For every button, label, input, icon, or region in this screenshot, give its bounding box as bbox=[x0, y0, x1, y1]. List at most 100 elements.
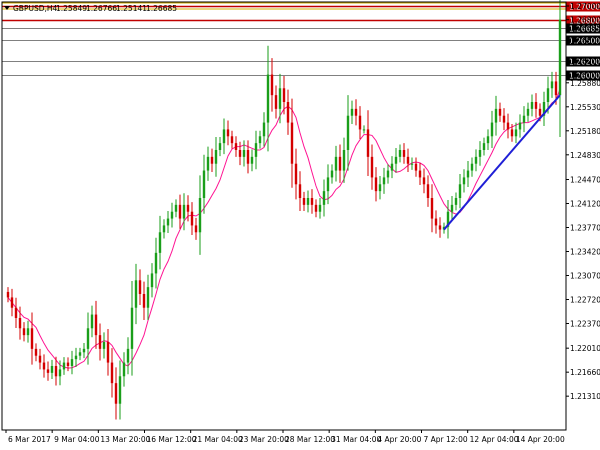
candle-bear bbox=[418, 170, 422, 178]
candle-bear bbox=[18, 318, 22, 329]
candle-bull bbox=[206, 156, 210, 171]
candle-bull bbox=[466, 170, 470, 178]
candle-bull bbox=[86, 328, 90, 349]
candle-bull bbox=[450, 204, 454, 212]
x-tick-label: 13 Mar 20:00 bbox=[100, 435, 150, 444]
y-tick-label: 1.22010 bbox=[570, 344, 600, 353]
candle-bull bbox=[390, 163, 394, 171]
candle-bull bbox=[474, 156, 478, 164]
y-tick-label: 1.22720 bbox=[570, 295, 600, 304]
candle-bear bbox=[290, 122, 294, 164]
candle-bull bbox=[318, 204, 322, 212]
candle-bear bbox=[294, 163, 298, 185]
candle-bull bbox=[558, 19, 562, 96]
y-tick-label: 1.23070 bbox=[570, 271, 600, 280]
candle-bear bbox=[110, 362, 114, 384]
x-tick-label: 31 Mar 04:00 bbox=[331, 435, 381, 444]
y-tick-label: 1.25180 bbox=[570, 127, 600, 136]
candle-bull bbox=[346, 115, 350, 150]
candle-bull bbox=[182, 204, 186, 219]
candle-bull bbox=[62, 362, 66, 370]
candle-bear bbox=[66, 362, 70, 366]
candle-bear bbox=[178, 204, 182, 219]
candle-bear bbox=[338, 156, 342, 171]
candle-bull bbox=[550, 81, 554, 89]
x-tick-label: 14 Apr 20:00 bbox=[516, 435, 565, 444]
price-chart[interactable]: 1.270001.268001.265001.262001.260001.266… bbox=[0, 0, 600, 450]
candle-bull bbox=[454, 198, 458, 205]
candle-bear bbox=[234, 143, 238, 150]
candle-bull bbox=[134, 280, 138, 308]
candle-bear bbox=[14, 307, 18, 318]
candle-bear bbox=[274, 95, 278, 109]
candle-bear bbox=[22, 328, 26, 336]
chart-title-high: 1.26766 bbox=[86, 4, 117, 13]
candle-bull bbox=[58, 369, 62, 377]
candle-bull bbox=[530, 102, 534, 109]
y-tick-label: 1.26685 bbox=[570, 24, 600, 33]
candle-bear bbox=[502, 115, 506, 123]
candle-bull bbox=[378, 184, 382, 192]
candle-bear bbox=[538, 108, 542, 116]
candle-bull bbox=[398, 150, 402, 157]
candle-bull bbox=[26, 328, 30, 336]
candle-bear bbox=[34, 348, 38, 356]
candle-bull bbox=[214, 150, 218, 164]
candle-bull bbox=[350, 108, 354, 116]
candle-bull bbox=[482, 143, 486, 150]
candle-bear bbox=[310, 198, 314, 205]
candle-bull bbox=[382, 177, 386, 185]
y-tick-label: 1.23420 bbox=[570, 247, 600, 256]
candle-bull bbox=[326, 177, 330, 192]
candle-bull bbox=[522, 115, 526, 123]
candle-bear bbox=[10, 297, 14, 308]
candle-bull bbox=[242, 150, 246, 157]
candle-bull bbox=[130, 307, 134, 349]
candle-bull bbox=[118, 376, 122, 404]
candle-bear bbox=[194, 225, 198, 233]
candle-bear bbox=[38, 355, 42, 363]
y-tick-label: 1.23770 bbox=[570, 223, 600, 232]
candle-bear bbox=[434, 218, 438, 226]
y-tick-label: 1.27000 bbox=[570, 2, 600, 11]
candle-bull bbox=[262, 122, 266, 137]
candle-bull bbox=[250, 156, 254, 164]
chart-title-bar: GBPUSD,H4 1.25849 1.26766 1.25141 1.2668… bbox=[4, 4, 177, 13]
candle-bear bbox=[354, 108, 358, 116]
candle-bear bbox=[402, 150, 406, 157]
candle-bear bbox=[554, 81, 558, 96]
candle-bear bbox=[414, 163, 418, 171]
candle-bull bbox=[254, 143, 258, 157]
candle-bear bbox=[510, 129, 514, 137]
chart-background bbox=[0, 0, 600, 450]
candle-bear bbox=[270, 74, 274, 96]
candle-bear bbox=[30, 328, 34, 349]
candle-bull bbox=[162, 225, 166, 233]
y-tick-label: 1.24830 bbox=[570, 151, 600, 160]
candle-bull bbox=[266, 74, 270, 123]
candle-bear bbox=[406, 156, 410, 164]
candle-bull bbox=[102, 342, 106, 349]
candle-bull bbox=[146, 287, 150, 308]
candle-bear bbox=[426, 184, 430, 198]
candle-bear bbox=[286, 102, 290, 123]
candle-bear bbox=[370, 156, 374, 178]
candle-bull bbox=[222, 129, 226, 144]
candle-bull bbox=[202, 170, 206, 198]
x-tick-label: 16 Mar 12:00 bbox=[147, 435, 197, 444]
candle-bear bbox=[534, 102, 538, 109]
candle-bear bbox=[282, 88, 286, 102]
candle-bull bbox=[462, 177, 466, 185]
y-tick-label: 1.26500 bbox=[570, 36, 600, 45]
candle-bull bbox=[166, 218, 170, 226]
candle-bull bbox=[494, 108, 498, 123]
candle-bull bbox=[174, 204, 178, 212]
candle-bull bbox=[518, 122, 522, 130]
y-tick-label: 1.21660 bbox=[570, 368, 600, 377]
chart-title-low: 1.25141 bbox=[116, 4, 147, 13]
candle-bear bbox=[190, 211, 194, 226]
y-tick-label: 1.21310 bbox=[570, 392, 600, 401]
x-tick-label: 23 Mar 20:00 bbox=[239, 435, 289, 444]
candle-bear bbox=[6, 291, 10, 298]
candle-bear bbox=[498, 108, 502, 116]
